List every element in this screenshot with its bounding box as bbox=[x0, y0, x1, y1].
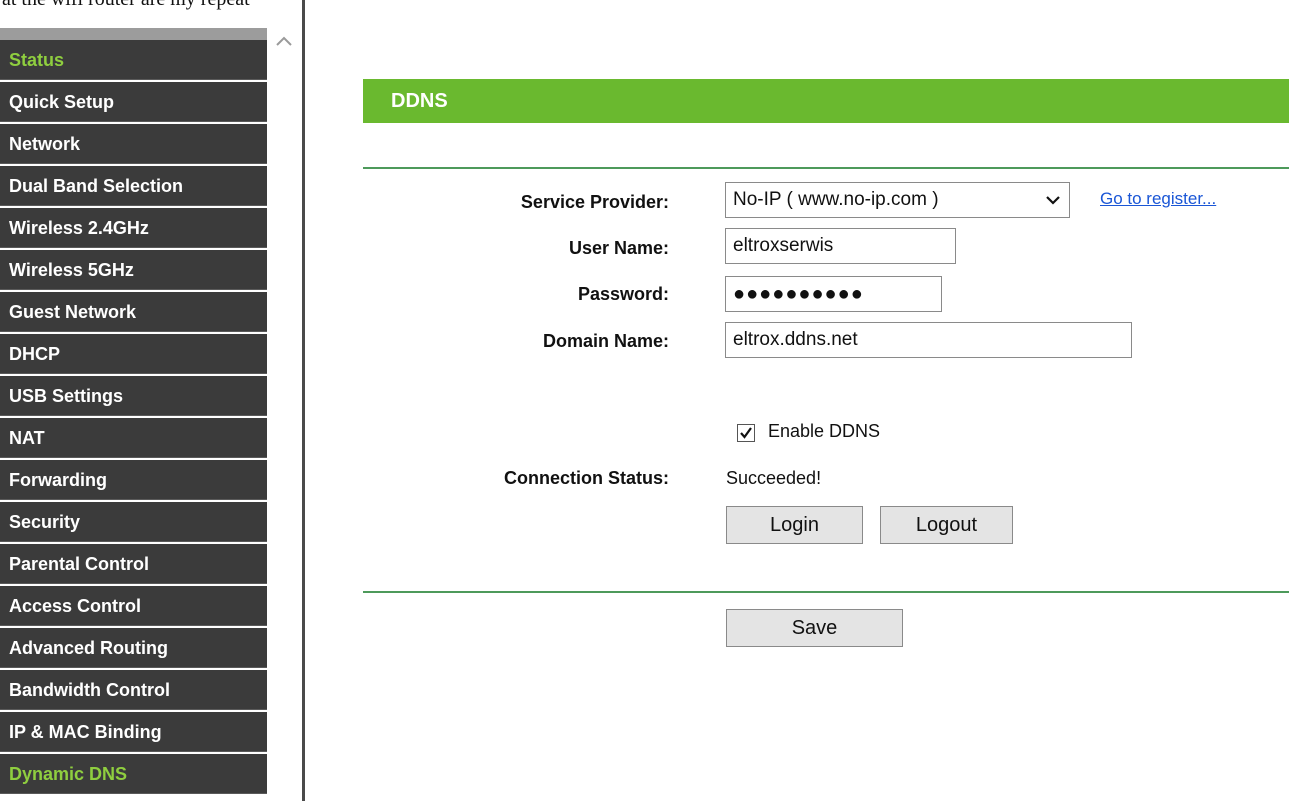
sidebar-item-ip-mac-binding[interactable]: IP & MAC Binding bbox=[0, 712, 267, 752]
sidebar-item-dynamic-dns[interactable]: Dynamic DNS bbox=[0, 754, 267, 794]
sidebar-item-advanced-routing[interactable]: Advanced Routing bbox=[0, 628, 267, 668]
page-title: DDNS bbox=[363, 79, 1289, 123]
connection-status-label: Connection Status: bbox=[504, 468, 669, 488]
go-to-register-link[interactable]: Go to register... bbox=[1100, 189, 1216, 209]
top-separator bbox=[363, 167, 1289, 169]
sidebar-item-wireless-5ghz[interactable]: Wireless 5GHz bbox=[0, 250, 267, 290]
user-name-label: User Name: bbox=[568, 238, 669, 258]
sidebar-item-access-control[interactable]: Access Control bbox=[0, 586, 267, 626]
service-provider-select[interactable]: No-IP ( www.no-ip.com ) bbox=[725, 182, 1070, 218]
login-button[interactable]: Login bbox=[726, 506, 863, 544]
bottom-separator bbox=[363, 591, 1289, 593]
sidebar-scrollbar[interactable] bbox=[267, 28, 304, 801]
sidebar: Status Quick Setup Network Dual Band Select… bbox=[0, 28, 267, 801]
sidebar-menu: Status Quick Setup Network Dual Band Select… bbox=[0, 40, 267, 796]
user-name-field[interactable]: eltroxserwis bbox=[725, 228, 956, 264]
sidebar-item-status[interactable]: Status bbox=[0, 40, 267, 80]
password-field[interactable]: ●●●●●●●●●● bbox=[725, 276, 942, 312]
sidebar-item-security[interactable]: Security bbox=[0, 502, 267, 542]
service-provider-value: No-IP ( www.no-ip.com ) bbox=[733, 189, 939, 210]
main-content: DDNS Service Provider: No-IP ( www.no-ip… bbox=[305, 0, 1289, 801]
sidebar-item-dhcp[interactable]: DHCP bbox=[0, 334, 267, 374]
sidebar-item-nat[interactable]: NAT bbox=[0, 418, 267, 458]
checkmark-icon bbox=[740, 427, 752, 439]
scroll-up-icon[interactable] bbox=[275, 34, 293, 48]
sidebar-item-wireless-2-4ghz[interactable]: Wireless 2.4GHz bbox=[0, 208, 267, 248]
enable-ddns-label: Enable DDNS bbox=[768, 421, 881, 441]
sidebar-top-strip bbox=[0, 28, 267, 40]
password-label: Password: bbox=[577, 284, 669, 304]
logout-button[interactable]: Logout bbox=[880, 506, 1013, 544]
sidebar-item-guest-network[interactable]: Guest Network bbox=[0, 292, 267, 332]
save-button[interactable]: Save bbox=[726, 609, 903, 647]
sidebar-item-quick-setup[interactable]: Quick Setup bbox=[0, 82, 267, 122]
sidebar-item-forwarding[interactable]: Forwarding bbox=[0, 460, 267, 500]
enable-ddns-checkbox[interactable] bbox=[737, 424, 755, 442]
chevron-down-icon bbox=[1046, 196, 1060, 205]
sidebar-item-dual-band-selection[interactable]: Dual Band Selection bbox=[0, 166, 267, 206]
sidebar-item-network[interactable]: Network bbox=[0, 124, 267, 164]
sidebar-item-bandwidth-control[interactable]: Bandwidth Control bbox=[0, 670, 267, 710]
service-provider-label: Service Provider: bbox=[520, 192, 669, 212]
domain-name-label: Domain Name: bbox=[542, 331, 669, 351]
sidebar-item-parental-control[interactable]: Parental Control bbox=[0, 544, 267, 584]
domain-name-field[interactable]: eltrox.ddns.net bbox=[725, 322, 1132, 358]
sidebar-item-usb-settings[interactable]: USB Settings bbox=[0, 376, 267, 416]
connection-status-value: Succeeded! bbox=[726, 468, 822, 488]
clipped-text: at the wifi router are my repeat bbox=[2, 0, 250, 11]
